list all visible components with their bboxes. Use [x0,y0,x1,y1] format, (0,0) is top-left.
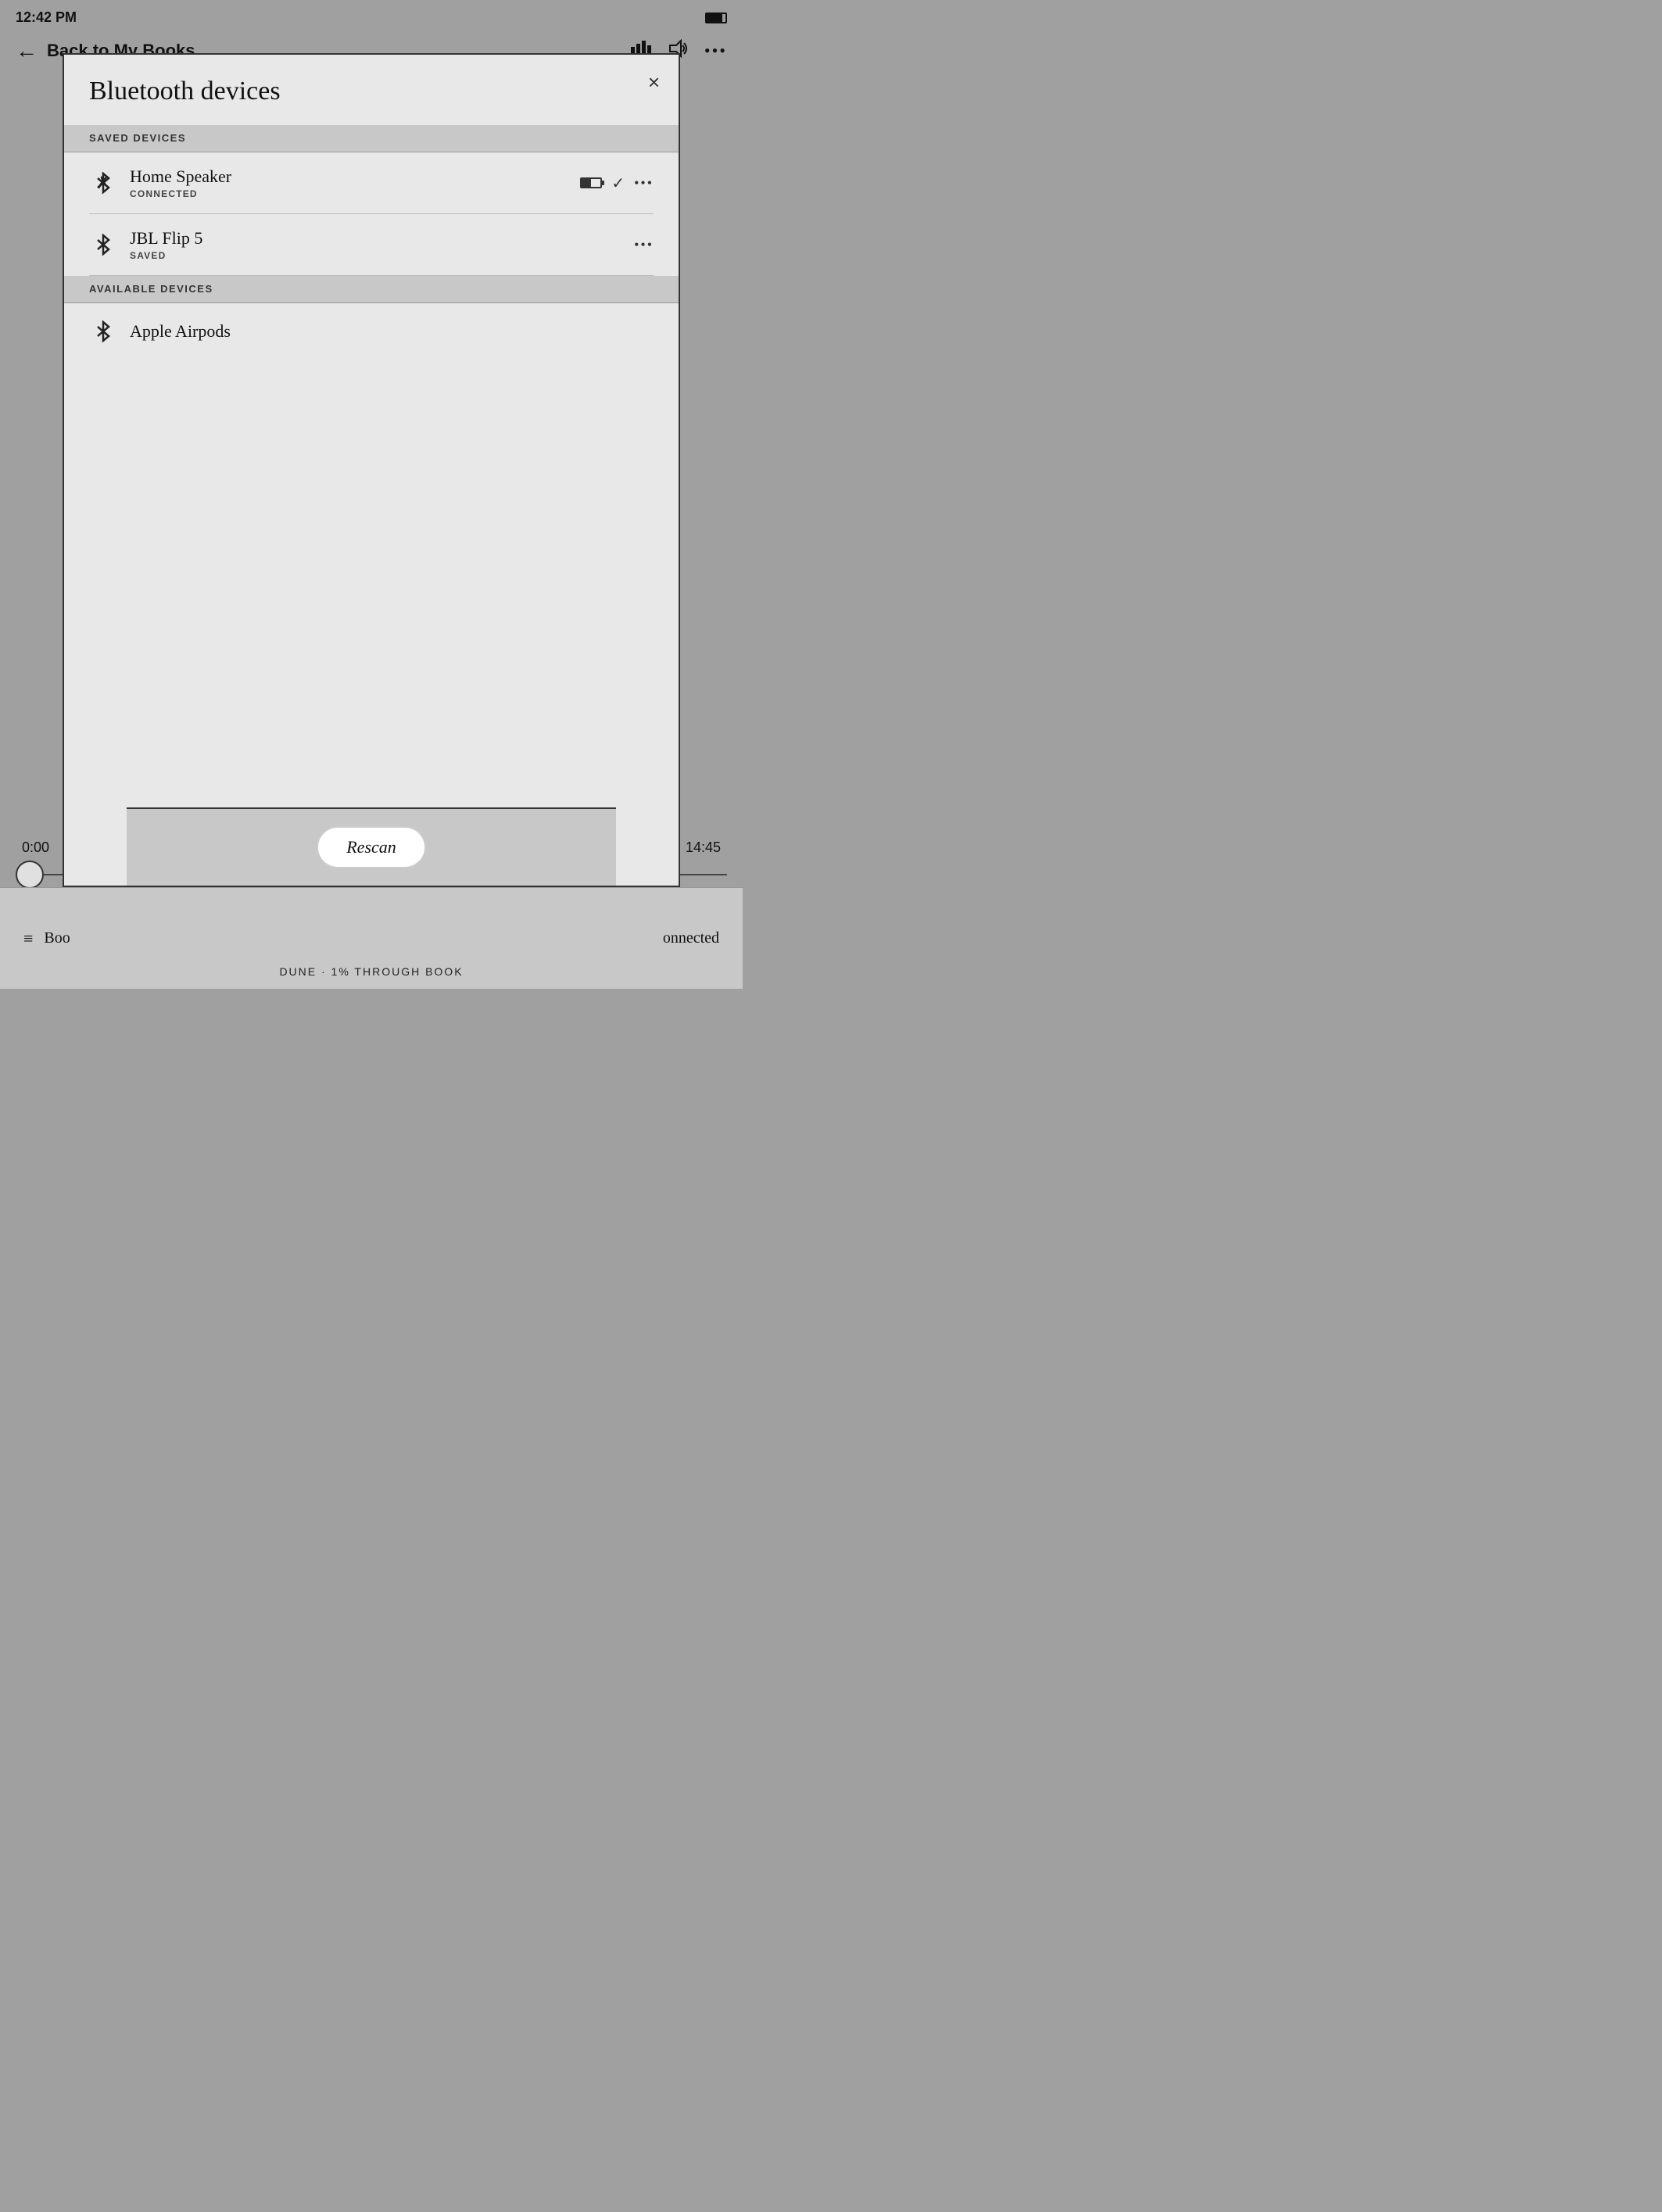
modal-title: Bluetooth devices [89,77,654,106]
bottom-left-label: Boo [44,929,70,947]
device-item-jbl[interactable]: JBL Flip 5 SAVED ••• [89,214,654,276]
device-info-airpods: Apple Airpods [130,321,654,342]
rescan-button[interactable]: Rescan [317,826,426,868]
available-devices-header: AVAILABLE DEVICES [64,276,679,303]
start-time: 0:00 [22,839,49,856]
connected-checkmark-icon: ✓ [611,174,625,193]
battery-indicator [705,13,727,23]
device-info-home-speaker: Home Speaker CONNECTED [130,166,580,199]
device-item-airpods[interactable]: Apple Airpods [89,303,654,360]
status-time: 12:42 PM [16,9,77,26]
device-name-jbl: JBL Flip 5 [130,228,634,249]
modal-bottom-bar: Rescan [127,807,616,886]
device-more-options-jbl-icon[interactable]: ••• [634,237,654,253]
bottom-right-label: onnected [663,929,719,947]
available-devices-label: AVAILABLE DEVICES [89,283,213,295]
modal-close-button[interactable]: × [648,70,660,95]
device-battery-icon [580,177,602,188]
saved-devices-header: SAVED DEVICES [64,125,679,152]
device-actions-home-speaker: ✓ ••• [580,174,654,193]
bluetooth-icon-airpods [89,317,117,345]
list-icon[interactable]: ≡ [23,929,33,949]
progress-thumb[interactable] [16,861,44,889]
modal-content: × Bluetooth devices SAVED DEVICES ✗ Home… [64,55,679,378]
device-status: CONNECTED [130,188,580,199]
bluetooth-icon-jbl [89,231,117,259]
device-more-options-icon[interactable]: ••• [634,175,654,191]
bluetooth-modal: × Bluetooth devices SAVED DEVICES ✗ Home… [63,53,680,887]
device-item-home-speaker[interactable]: ✗ Home Speaker CONNECTED ✓ ••• [89,152,654,214]
device-info-jbl: JBL Flip 5 SAVED [130,228,634,261]
footer-text: DUNE · 1% THROUGH BOOK [0,965,743,978]
saved-devices-label: SAVED DEVICES [89,132,186,144]
end-time: 14:45 [686,839,721,856]
device-name: Home Speaker [130,166,580,187]
more-options-icon[interactable]: ••• [704,41,727,61]
status-bar: 12:42 PM [0,0,743,32]
bottom-left-controls: ≡ Boo [23,929,70,949]
device-actions-jbl: ••• [634,237,654,253]
bluetooth-icon: ✗ [89,169,117,197]
device-name-airpods: Apple Airpods [130,321,654,342]
device-status-jbl: SAVED [130,250,634,261]
back-arrow-icon[interactable]: ← [16,38,38,63]
